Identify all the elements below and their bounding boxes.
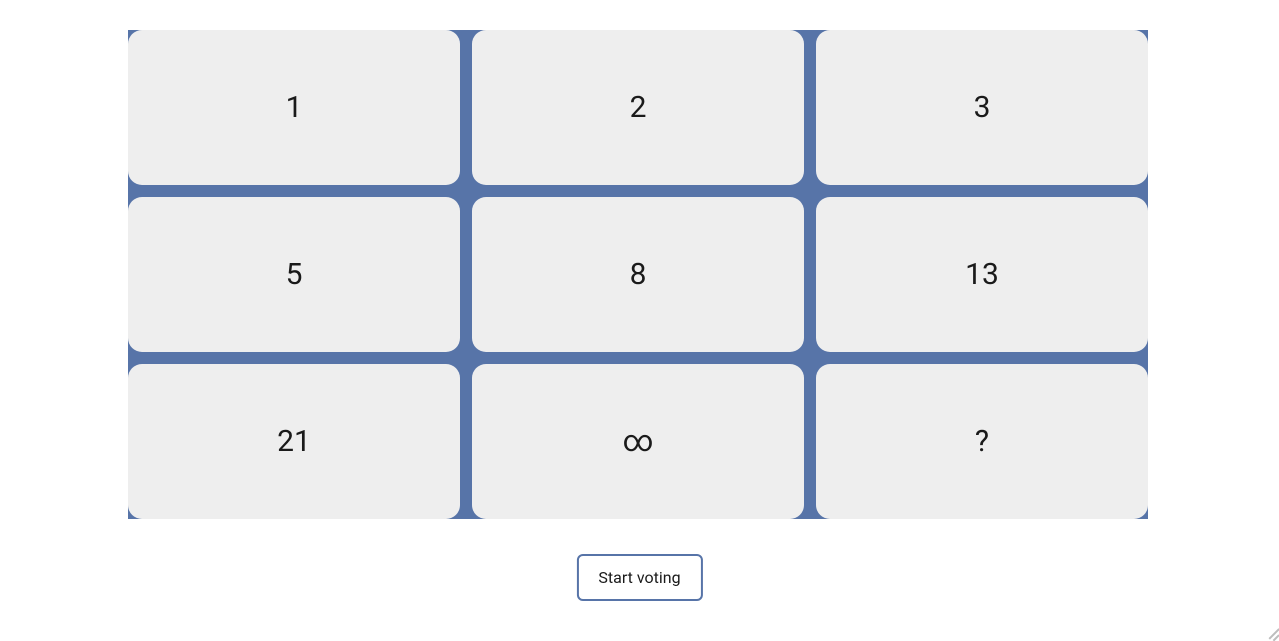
voting-card-grid: 1 2 3 5 8 13 21 ∞ ? [128, 30, 1148, 519]
vote-card-label: 13 [965, 257, 999, 292]
resize-handle-icon [1263, 624, 1279, 640]
vote-card-infinity[interactable]: ∞ [472, 364, 804, 519]
vote-card-21[interactable]: 21 [128, 364, 460, 519]
vote-card-label: ∞ [623, 424, 654, 459]
vote-card-question[interactable]: ? [816, 364, 1148, 519]
start-voting-button[interactable]: Start voting [576, 554, 702, 601]
vote-card-label: 8 [630, 257, 647, 292]
vote-card-1[interactable]: 1 [128, 30, 460, 185]
vote-card-label: 3 [974, 90, 991, 125]
vote-card-2[interactable]: 2 [472, 30, 804, 185]
vote-card-label: ? [975, 424, 989, 459]
vote-card-13[interactable]: 13 [816, 197, 1148, 352]
vote-card-label: 5 [286, 257, 303, 292]
vote-card-5[interactable]: 5 [128, 197, 460, 352]
vote-card-label: 21 [277, 424, 311, 459]
vote-card-3[interactable]: 3 [816, 30, 1148, 185]
vote-card-8[interactable]: 8 [472, 197, 804, 352]
vote-card-label: 1 [286, 90, 303, 125]
vote-card-label: 2 [630, 90, 647, 125]
